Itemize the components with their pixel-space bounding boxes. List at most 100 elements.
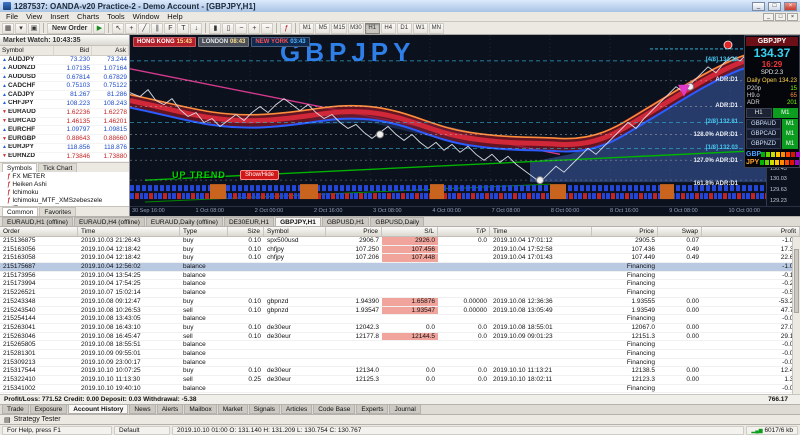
orders-scrollbar[interactable] [792, 237, 800, 394]
trendline-icon[interactable]: ╱ [138, 22, 151, 34]
orders-column-type-2[interactable]: Type [180, 227, 228, 236]
market-watch-tab-symbols[interactable]: Symbols [2, 162, 37, 172]
market-watch-row[interactable]: ▲ EURJPY 118.856 118.876 [0, 144, 129, 153]
orders-column-time-1[interactable]: Time [78, 227, 180, 236]
chart-plot[interactable]: HONG KONG 15:43 LONDON 08:43 NEW YORK 03:43 G… [130, 35, 800, 206]
timeframe-button-m1[interactable]: M1 [772, 108, 798, 118]
order-row[interactable]: 215243540 2019.10.08 10:26:53 sell 0.10 gbpn… [0, 306, 800, 316]
market-watch-row[interactable]: ▲ AUDNZD 1.07135 1.07164 [0, 65, 129, 74]
orders-column-profit-11[interactable]: Profit [702, 227, 800, 236]
candlestick-icon[interactable]: ▯ [222, 22, 235, 34]
terminal-tab-news[interactable]: News [129, 405, 156, 414]
menu-window[interactable]: Window [129, 12, 164, 21]
chart-tab-euraud-h1-offline-[interactable]: EURAUD,H1 (offline) [2, 217, 73, 226]
terminal-tab-experts[interactable]: Experts [356, 405, 389, 414]
chart-tab-euraud-h4-offline-[interactable]: EURAUD,H4 (offline) [73, 217, 145, 226]
pair-timeframe-button[interactable]: M1 [782, 129, 798, 139]
timeframe-m15[interactable]: M15 [331, 22, 348, 34]
chart-tab-gbpjpy-h1[interactable]: GBPJPY,H1 [275, 217, 321, 226]
chart-tab-gbpusd-daily[interactable]: GBPUSD,Daily [370, 217, 425, 226]
time-axis[interactable]: 30 Sep 16:00 1 Oct 08:00 2 Oct 00:00 2 Oct … [130, 206, 800, 216]
navigator-item-fx-meter[interactable]: ƒ FX METER [0, 173, 129, 181]
order-row[interactable]: 215226521 2019.10.07 15:02:14 balance Finan… [0, 289, 800, 298]
column-header-bid[interactable]: Bid [54, 46, 92, 55]
pair-row-gbpaud[interactable]: GBPAUD M1 [746, 119, 798, 129]
orders-column-symbol-4[interactable]: Symbol [264, 227, 326, 236]
menu-help[interactable]: Help [163, 12, 186, 21]
market-watch-row[interactable]: ▼ EURGBP 0.88643 0.88660 [0, 135, 129, 144]
mdi-restore-button[interactable]: □ [775, 12, 786, 21]
pair-timeframe-button[interactable]: M1 [782, 139, 798, 149]
zoom-in-icon[interactable]: + [248, 22, 261, 34]
market-watch-row[interactable]: ▲ EURCHF 1.09797 1.09815 [0, 126, 129, 136]
terminal-tab-mailbox[interactable]: Mailbox [184, 405, 217, 414]
order-row[interactable]: 215263046 2019.10.08 16:45:47 sell 0.10 de30… [0, 332, 800, 342]
order-row[interactable]: 215341002 2019.10.10 19:40:10 balance Finan… [0, 385, 800, 394]
timeframe-m1[interactable]: M1 [299, 22, 315, 34]
order-row[interactable]: 215163058 2019.10.04 12:18:42 buy 0.10 chfjp… [0, 254, 800, 264]
cursor-icon[interactable]: ↖ [112, 22, 125, 34]
menu-insert[interactable]: Insert [46, 12, 73, 21]
market-watch-row[interactable]: ▼ EURNZD 1.73846 1.73880 [0, 153, 129, 162]
text-label-icon[interactable]: T [177, 22, 190, 34]
order-row[interactable]: 215254144 2019.10.08 13:43:05 balance Finan… [0, 315, 800, 324]
crosshair-icon[interactable]: + [125, 22, 138, 34]
menu-view[interactable]: View [22, 12, 46, 21]
order-row[interactable]: 215163056 2019.10.04 12:18:42 buy 0.10 chfjp… [0, 245, 800, 255]
navigator-item-heiken-ashi[interactable]: ƒ Heiken Ashi [0, 181, 129, 189]
bar-chart-icon[interactable]: ▮ [209, 22, 222, 34]
orders-column-size-3[interactable]: Size [228, 227, 264, 236]
order-row[interactable]: 215173956 2019.10.04 13:54:25 balance Finan… [0, 272, 800, 281]
timeframe-h1[interactable]: H1 [364, 22, 380, 34]
navigator-tab-favorites[interactable]: Favorites [39, 207, 77, 216]
order-row[interactable]: 215309213 2019.10.09 23:00:17 balance Finan… [0, 359, 800, 368]
order-row[interactable]: 215136875 2019.10.03 21:26:43 buy 0.10 spx50… [0, 237, 800, 246]
indicators-icon[interactable]: ƒ [280, 22, 293, 34]
market-watch-row[interactable]: ▼ EURAUD 1.62236 1.62278 [0, 109, 129, 118]
orders-column-swap-10[interactable]: Swap [658, 227, 702, 236]
orders-column-order-0[interactable]: Order [0, 227, 78, 236]
terminal-tab-account-history[interactable]: Account History [68, 405, 129, 414]
order-row[interactable]: 215263041 2019.10.08 16:43:10 buy 0.10 de30e… [0, 324, 800, 333]
chart-tab-euraud-daily-offline-[interactable]: EURAUD,Daily (offline) [145, 217, 223, 226]
timeframe-m5[interactable]: M5 [315, 22, 331, 34]
profiles-icon[interactable]: ▣ [28, 22, 40, 34]
terminal-tab-exposure[interactable]: Exposure [29, 405, 68, 414]
orders-column-price-9[interactable]: Price [592, 227, 658, 236]
mdi-close-button[interactable]: × [787, 12, 798, 21]
navigator-item-ichimoku-mtf-xmszebeszele[interactable]: ƒ Ichimoku_MTF_XMSzebeszele [0, 197, 129, 205]
timeframe-mn[interactable]: MN [428, 22, 444, 34]
arrow-object-icon[interactable]: ↓ [190, 22, 203, 34]
timeframe-h4[interactable]: H4 [380, 22, 396, 34]
market-watch-row[interactable]: ▲ CHFJPY 108.223 108.243 [0, 100, 129, 109]
pair-timeframe-button[interactable]: M1 [782, 119, 798, 129]
chart-tab-de30eur-h1[interactable]: DE30EUR,H1 [223, 217, 275, 226]
order-row[interactable]: 215281301 2019.10.09 09:55:01 balance Finan… [0, 350, 800, 359]
terminal-tab-alerts[interactable]: Alerts [156, 405, 184, 414]
status-profile[interactable]: Default [114, 425, 170, 435]
autotrading-icon[interactable]: ▶ [93, 22, 106, 34]
orders-column-time-8[interactable]: Time [490, 227, 592, 236]
timeframe-d1[interactable]: D1 [396, 22, 412, 34]
order-row[interactable]: 215173994 2019.10.04 17:54:25 balance Finan… [0, 280, 800, 290]
channel-icon[interactable]: ∥ [151, 22, 164, 34]
terminal-tab-market[interactable]: Market [217, 405, 248, 414]
order-row[interactable]: 215265805 2019.10.08 18:55:51 balance Finan… [0, 341, 800, 350]
column-header-ask[interactable]: Ask [92, 46, 129, 55]
market-watch-row[interactable]: ▲ CADCHF 0.75103 0.75122 [0, 82, 129, 92]
market-watch-row[interactable]: ▲ CADJPY 81.267 81.286 [0, 91, 129, 100]
zoom-out-icon[interactable]: − [261, 22, 274, 34]
timeframe-m30[interactable]: M30 [348, 22, 364, 34]
pair-row-gbpcad[interactable]: GBPCAD M1 [746, 129, 798, 139]
new-order-button[interactable]: New Order [47, 22, 93, 34]
menu-charts[interactable]: Charts [73, 12, 103, 21]
market-watch-row[interactable]: ▲ AUDUSD 0.67814 0.67829 [0, 74, 129, 83]
market-watch-row[interactable]: ▲ AUDJPY 73.230 73.244 [0, 56, 129, 65]
terminal-tab-signals[interactable]: Signals [248, 405, 280, 414]
timeframe-button-h1[interactable]: H1 [746, 108, 772, 118]
market-watch-row[interactable]: ▼ EURCAD 1.46135 1.46201 [0, 118, 129, 127]
pair-row-gbpnzd[interactable]: GBPNZD M1 [746, 139, 798, 149]
market-watch-header[interactable]: Market Watch: 10:43:35 [0, 35, 129, 46]
orders-column-t-p-7[interactable]: T/P [438, 227, 490, 236]
market-watch-tab-tick-chart[interactable]: Tick Chart [37, 162, 78, 172]
